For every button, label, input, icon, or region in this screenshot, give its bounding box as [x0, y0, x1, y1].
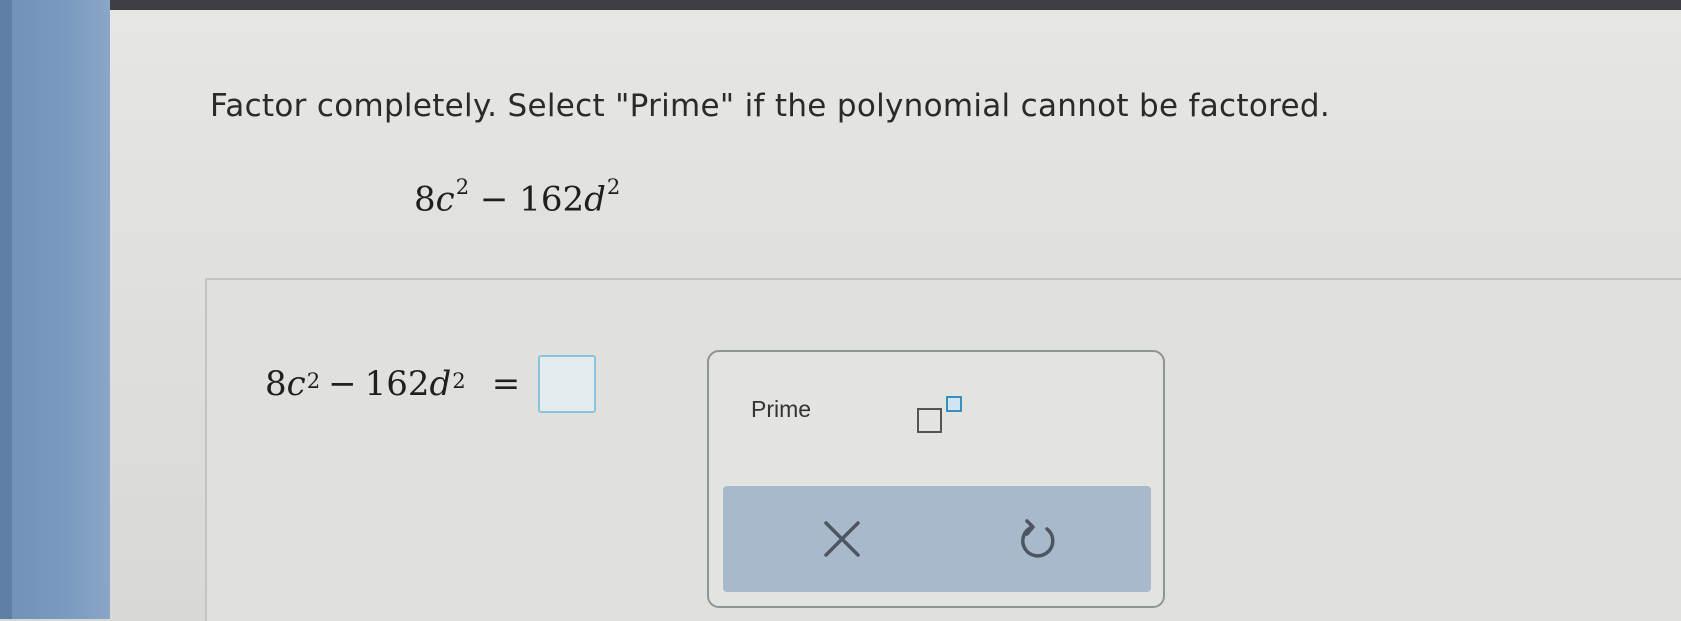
variable: c [435, 179, 455, 220]
exponent: 2 [452, 367, 466, 393]
coefficient: 8 [265, 364, 287, 404]
close-icon [824, 521, 860, 557]
operator: − [328, 364, 357, 404]
undo-icon [1021, 519, 1055, 558]
variable: d [429, 364, 452, 404]
exponent: 2 [606, 174, 621, 199]
superscript-button[interactable] [907, 392, 967, 442]
prime-button[interactable]: Prime [745, 392, 817, 427]
equals-sign: = [491, 364, 521, 404]
answer-input[interactable] [538, 355, 597, 413]
operator: − [479, 179, 509, 220]
answer-equation: 8c2 − 162 d 2 = [265, 355, 597, 413]
undo-button[interactable] [993, 506, 1073, 572]
variable: d [584, 179, 606, 220]
variable: c [286, 364, 306, 404]
coefficient: 8 [414, 179, 436, 220]
superscript-exponent-icon [946, 396, 962, 412]
problem-expression: 8c2 − 162d2 [414, 174, 620, 220]
keypad-action-bar [723, 486, 1151, 592]
instructions-text: Factor completely. Select "Prime" if the… [210, 88, 1330, 124]
math-keypad: Prime [707, 350, 1165, 608]
left-rail-edge [0, 0, 12, 619]
coefficient: 162 [519, 179, 585, 220]
coefficient: 162 [364, 364, 430, 404]
superscript-base-icon [917, 408, 942, 433]
exponent: 2 [455, 174, 470, 199]
clear-button[interactable] [796, 506, 876, 572]
left-rail [0, 0, 110, 619]
exponent: 2 [306, 367, 321, 393]
